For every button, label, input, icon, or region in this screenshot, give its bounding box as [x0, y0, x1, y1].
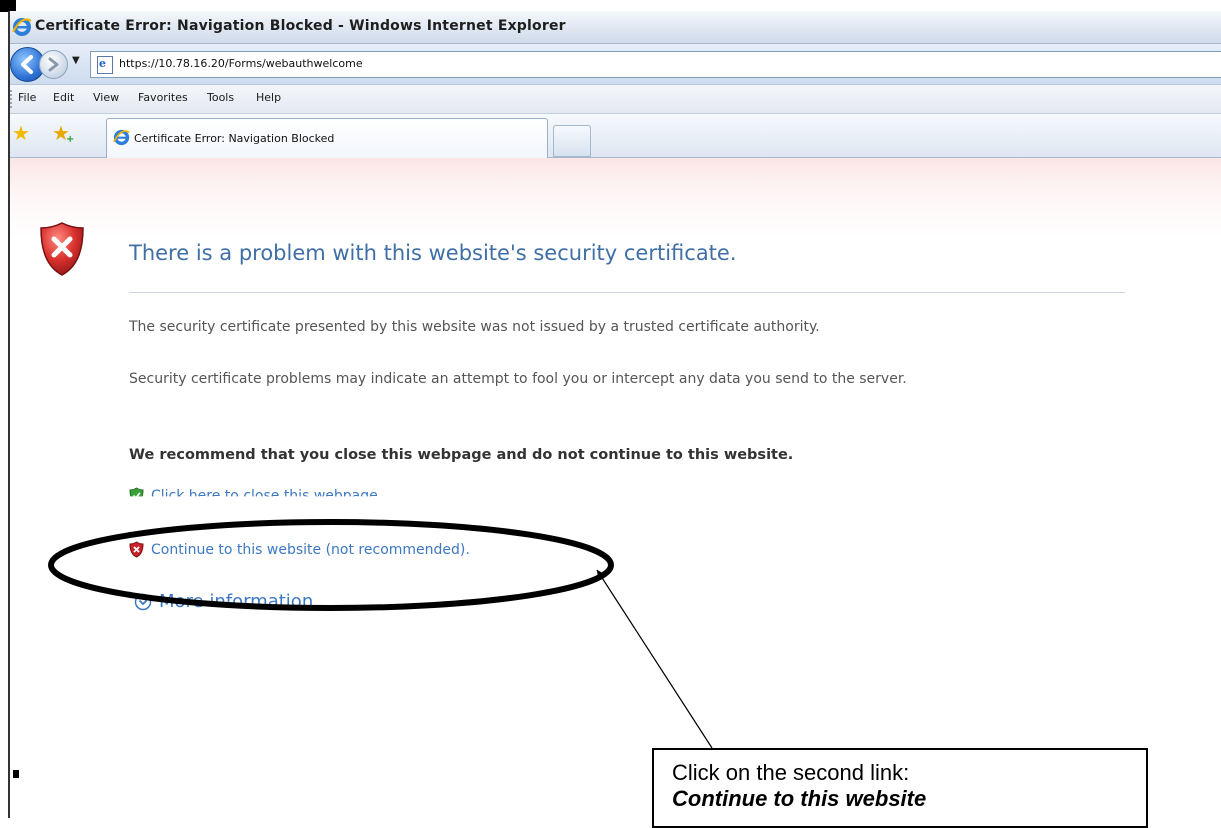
title-bar: Certificate Error: Navigation Blocked - … [8, 11, 1221, 44]
callout-emphasis: Continue to this website [672, 786, 927, 811]
new-tab-button[interactable] [553, 125, 591, 157]
tab-certificate-error[interactable]: Certificate Error: Navigation Blocked [106, 118, 548, 158]
callout-text: Click on the second link: [672, 760, 910, 785]
recent-pages-dropdown-icon[interactable]: ▼ [72, 55, 80, 66]
menu-help[interactable]: Help [256, 91, 281, 104]
green-check-shield-icon [129, 487, 144, 497]
error-shield-icon [40, 222, 84, 276]
add-plus-icon: + [66, 134, 75, 145]
menu-file[interactable]: File [18, 91, 36, 104]
page-content: There is a problem with this website's s… [8, 158, 1221, 818]
more-information-row[interactable]: More information [134, 591, 313, 612]
page-icon: e [97, 56, 113, 74]
close-webpage-link[interactable]: Click here to close this webpage. [151, 488, 382, 497]
continue-link-row[interactable]: Continue to this website (not recommende… [129, 541, 470, 558]
ie-logo-icon [12, 18, 32, 36]
tab-label: Certificate Error: Navigation Blocked [134, 132, 335, 145]
menu-grip [10, 90, 12, 108]
menu-favorites[interactable]: Favorites [138, 91, 188, 104]
recommendation-text: We recommend that you close this webpage… [129, 447, 794, 463]
ie-logo-icon [113, 129, 130, 146]
heading-divider [129, 292, 1125, 293]
forward-arrow-icon [48, 57, 59, 72]
close-webpage-link-row[interactable]: Click here to close this webpage. [129, 487, 382, 497]
address-toolbar: ▼ e https://10.78.16.20/Forms/webauthwel… [8, 44, 1221, 85]
forward-button[interactable] [39, 50, 68, 79]
menu-tools[interactable]: Tools [207, 91, 234, 104]
red-x-shield-icon [129, 541, 144, 558]
bullet-mark [13, 770, 19, 778]
menu-view[interactable]: View [93, 91, 119, 104]
page-heading: There is a problem with this website's s… [129, 241, 737, 265]
address-bar[interactable]: e https://10.78.16.20/Forms/webauthwelco… [90, 51, 1221, 78]
menu-edit[interactable]: Edit [53, 91, 74, 104]
menu-bar: File Edit View Favorites Tools Help [8, 85, 1221, 114]
more-information-link[interactable]: More information [159, 591, 313, 612]
cert-not-trusted-text: The security certificate presented by th… [129, 319, 820, 335]
instruction-callout: Click on the second link: Continue to th… [652, 748, 1148, 828]
favorites-star-icon[interactable]: ★ [12, 123, 30, 143]
security-warning-text: Security certificate problems may indica… [129, 371, 907, 387]
expand-chevron-icon [134, 593, 152, 610]
tab-bar: ★ ★ + Certificate Error: Navigation Bloc… [8, 114, 1221, 158]
window-title: Certificate Error: Navigation Blocked - … [35, 18, 566, 34]
browser-window: Certificate Error: Navigation Blocked - … [8, 11, 1221, 818]
continue-to-website-link[interactable]: Continue to this website (not recommende… [151, 542, 470, 558]
left-border [8, 11, 10, 818]
url-text[interactable]: https://10.78.16.20/Forms/webauthwelcome [119, 57, 363, 70]
